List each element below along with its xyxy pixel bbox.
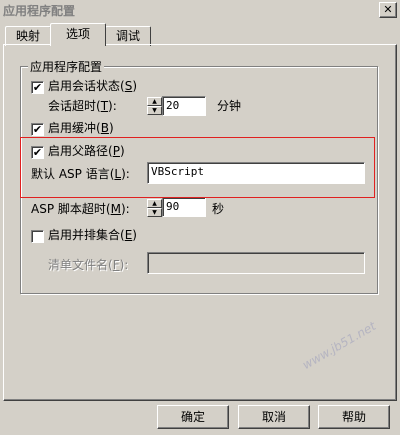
enable-side-by-side-checkbox[interactable]	[31, 230, 44, 243]
enable-session-state-checkbox[interactable]: ✔	[31, 81, 44, 94]
enable-session-state-label: 启用会话状态(S)	[48, 79, 138, 93]
asp-script-timeout-input[interactable]: 90	[162, 197, 206, 217]
enable-parent-paths-checkbox[interactable]: ✔	[31, 146, 44, 159]
ok-button[interactable]: 确定	[157, 405, 229, 429]
default-asp-language-input[interactable]: VBScript	[147, 162, 365, 184]
session-timeout-spinner[interactable]: ▲ ▼	[147, 97, 162, 115]
manifest-file-name-input	[147, 252, 365, 274]
asp-script-timeout-spinner[interactable]: ▲ ▼	[147, 199, 162, 217]
spin-up-icon[interactable]: ▲	[147, 97, 162, 106]
spin-down-icon[interactable]: ▼	[147, 208, 162, 217]
close-icon[interactable]: ✕	[379, 2, 397, 18]
asp-script-timeout-unit: 秒	[212, 202, 225, 216]
window-title: 应用程序配置	[3, 4, 76, 18]
tab-debugging[interactable]: 调试	[105, 26, 151, 46]
help-button[interactable]: 帮助	[318, 405, 390, 429]
default-asp-language-label: 默认 ASP 语言(L):	[31, 167, 130, 181]
title-bar: 应用程序配置 ✕	[0, 0, 400, 20]
enable-buffering-checkbox[interactable]: ✔	[31, 123, 44, 136]
cancel-button[interactable]: 取消	[238, 405, 310, 429]
session-timeout-label: 会话超时(T):	[48, 99, 117, 113]
enable-buffering-label: 启用缓冲(B)	[48, 121, 114, 135]
tab-mapping[interactable]: 映射	[5, 26, 51, 46]
session-timeout-input[interactable]: 20	[162, 96, 206, 116]
session-timeout-unit: 分钟	[217, 99, 242, 113]
group-title: 应用程序配置	[28, 58, 105, 75]
spin-up-icon[interactable]: ▲	[147, 199, 162, 208]
enable-side-by-side-label: 启用并排集合(E)	[48, 228, 137, 242]
tab-options[interactable]: 选项	[50, 23, 106, 46]
manifest-file-name-label: 清单文件名(F):	[48, 258, 129, 272]
enable-parent-paths-label: 启用父路径(P)	[48, 144, 125, 158]
asp-script-timeout-label: ASP 脚本超时(M):	[31, 202, 130, 216]
spin-down-icon[interactable]: ▼	[147, 106, 162, 115]
